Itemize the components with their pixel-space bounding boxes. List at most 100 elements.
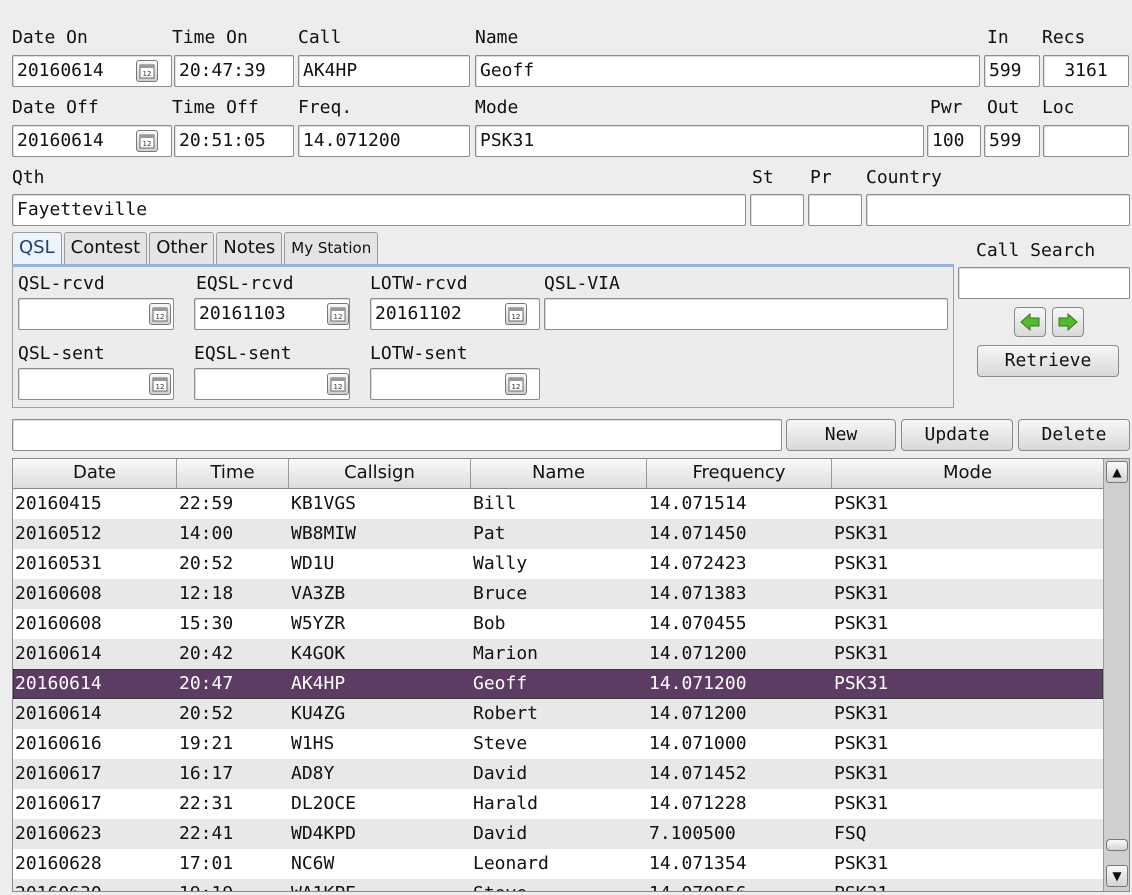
freq-field[interactable]: 14.071200: [298, 125, 470, 157]
qsl-via-field[interactable]: [544, 298, 948, 330]
cell-time: 17:01: [179, 853, 234, 874]
tab-notes[interactable]: Notes: [216, 232, 283, 264]
scroll-up-icon[interactable]: ▲: [1106, 461, 1128, 483]
svg-text:12: 12: [512, 313, 521, 321]
cell-mode: FSQ: [834, 823, 867, 844]
time-on-field[interactable]: 20:47:39: [174, 55, 294, 87]
table-row[interactable]: 20160628 17:01 NC6W Leonard 14.071354 PSK31: [13, 849, 1103, 879]
table-row[interactable]: 20160614 20:42 K4GOK Marion 14.071200 PSK31: [13, 639, 1103, 669]
svg-text:12: 12: [143, 140, 152, 148]
pr-field[interactable]: [808, 194, 862, 226]
new-button[interactable]: New: [786, 419, 896, 451]
st-field[interactable]: [750, 194, 804, 226]
cell-time: 22:41: [179, 823, 234, 844]
col-date[interactable]: Date: [13, 459, 177, 489]
in-field[interactable]: 599: [984, 55, 1040, 87]
date-off-calendar-icon[interactable]: 12: [136, 130, 158, 152]
cell-callsign: WD1U: [291, 553, 335, 574]
svg-text:12: 12: [334, 313, 343, 321]
name-field[interactable]: Geoff: [475, 55, 980, 87]
cell-frequency: 14.071200: [649, 643, 747, 664]
scroll-down-icon[interactable]: ▼: [1106, 865, 1128, 887]
table-row[interactable]: 20160617 16:17 AD8Y David 14.071452 PSK31: [13, 759, 1103, 789]
next-arrow-button[interactable]: [1052, 307, 1084, 337]
delete-button[interactable]: Delete: [1018, 419, 1130, 451]
cell-name: Bruce: [473, 583, 528, 604]
table-row[interactable]: 20160630 19:19 WA1KPE Steve 14.070956 PSK31: [13, 879, 1103, 891]
cell-time: 20:52: [179, 553, 234, 574]
vertical-scrollbar[interactable]: ▲ ▼: [1103, 459, 1129, 891]
date-off-label: Date Off: [12, 97, 99, 118]
loc-label: Loc: [1042, 97, 1075, 118]
time-off-field[interactable]: 20:51:05: [174, 125, 294, 157]
cell-time: 20:42: [179, 643, 234, 664]
cell-callsign: W5YZR: [291, 613, 346, 634]
table-row[interactable]: 20160512 14:00 WB8MIW Pat 14.071450 PSK31: [13, 519, 1103, 549]
call-search-field[interactable]: [958, 267, 1130, 299]
in-value: 599: [989, 60, 1022, 81]
tab-contest[interactable]: Contest: [63, 232, 148, 264]
eqsl-rcvd-calendar-icon[interactable]: 12: [327, 303, 349, 325]
cell-date: 20160608: [15, 613, 102, 634]
update-button[interactable]: Update: [901, 419, 1013, 451]
table-row[interactable]: 20160415 22:59 KB1VGS Bill 14.071514 PSK31: [13, 489, 1103, 519]
qth-field[interactable]: Fayetteville: [12, 194, 746, 226]
tab-other[interactable]: Other: [149, 232, 215, 264]
mode-field[interactable]: PSK31: [475, 125, 924, 157]
cell-mode: PSK31: [834, 733, 889, 754]
tab-my-station[interactable]: My Station: [284, 232, 379, 264]
table-row[interactable]: 20160608 12:18 VA3ZB Bruce 14.071383 PSK31: [13, 579, 1103, 609]
search-bar-field[interactable]: [12, 419, 782, 451]
table-row[interactable]: 20160614 20:52 KU4ZG Robert 14.071200 PSK31: [13, 699, 1103, 729]
time-off-value: 20:51:05: [179, 130, 266, 151]
lotw-rcvd-calendar-icon[interactable]: 12: [505, 303, 527, 325]
cell-name: Wally: [473, 553, 528, 574]
col-name[interactable]: Name: [471, 459, 647, 489]
out-field[interactable]: 599: [984, 125, 1040, 157]
cell-time: 12:18: [179, 583, 234, 604]
col-callsign[interactable]: Callsign: [289, 459, 471, 489]
cell-mode: PSK31: [834, 613, 889, 634]
date-on-value: 20160614: [17, 60, 104, 81]
tab-bar: QSL Contest Other Notes My Station: [12, 232, 380, 264]
tab-qsl[interactable]: QSL: [12, 232, 62, 264]
table-row[interactable]: 20160614 20:47 AK4HP Geoff 14.071200 PSK31: [13, 669, 1103, 699]
pwr-field[interactable]: 100: [927, 125, 981, 157]
table-row[interactable]: 20160608 15:30 W5YZR Bob 14.070455 PSK31: [13, 609, 1103, 639]
eqsl-sent-calendar-icon[interactable]: 12: [327, 373, 349, 395]
arrow-right-icon: [1058, 312, 1078, 332]
table-row[interactable]: 20160617 22:31 DL2OCE Harald 14.071228 PSK31: [13, 789, 1103, 819]
cell-mode: PSK31: [834, 793, 889, 814]
cell-frequency: 14.071514: [649, 493, 747, 514]
cell-callsign: KB1VGS: [291, 493, 357, 514]
cell-frequency: 14.071452: [649, 763, 747, 784]
lotw-sent-calendar-icon[interactable]: 12: [505, 373, 527, 395]
table-row[interactable]: 20160616 19:21 W1HS Steve 14.071000 PSK31: [13, 729, 1103, 759]
time-on-label: Time On: [172, 27, 248, 48]
mode-value: PSK31: [480, 130, 535, 151]
date-on-calendar-icon[interactable]: 12: [136, 60, 158, 82]
cell-callsign: WD4KPD: [291, 823, 357, 844]
recs-field: 3161: [1043, 55, 1129, 87]
cell-time: 22:31: [179, 793, 234, 814]
table-row[interactable]: 20160531 20:52 WD1U Wally 14.072423 PSK31: [13, 549, 1103, 579]
loc-field[interactable]: [1043, 125, 1129, 157]
qth-value: Fayetteville: [17, 199, 148, 220]
call-field[interactable]: AK4HP: [298, 55, 470, 87]
scroll-thumb[interactable]: [1106, 839, 1128, 851]
table-row[interactable]: 20160623 22:41 WD4KPD David 7.100500 FSQ: [13, 819, 1103, 849]
qsl-rcvd-calendar-icon[interactable]: 12: [149, 303, 171, 325]
retrieve-button[interactable]: Retrieve: [977, 345, 1119, 377]
lotw-rcvd-label: LOTW-rcvd: [370, 273, 468, 294]
cell-date: 20160617: [15, 793, 102, 814]
country-field[interactable]: [866, 194, 1130, 226]
qsl-sent-calendar-icon[interactable]: 12: [149, 373, 171, 395]
col-time[interactable]: Time: [177, 459, 289, 489]
col-frequency[interactable]: Frequency: [647, 459, 832, 489]
col-mode[interactable]: Mode: [832, 459, 1103, 489]
cell-date: 20160614: [15, 673, 102, 694]
cell-frequency: 14.072423: [649, 553, 747, 574]
previous-arrow-button[interactable]: [1014, 307, 1046, 337]
cell-mode: PSK31: [834, 643, 889, 664]
cell-date: 20160628: [15, 853, 102, 874]
